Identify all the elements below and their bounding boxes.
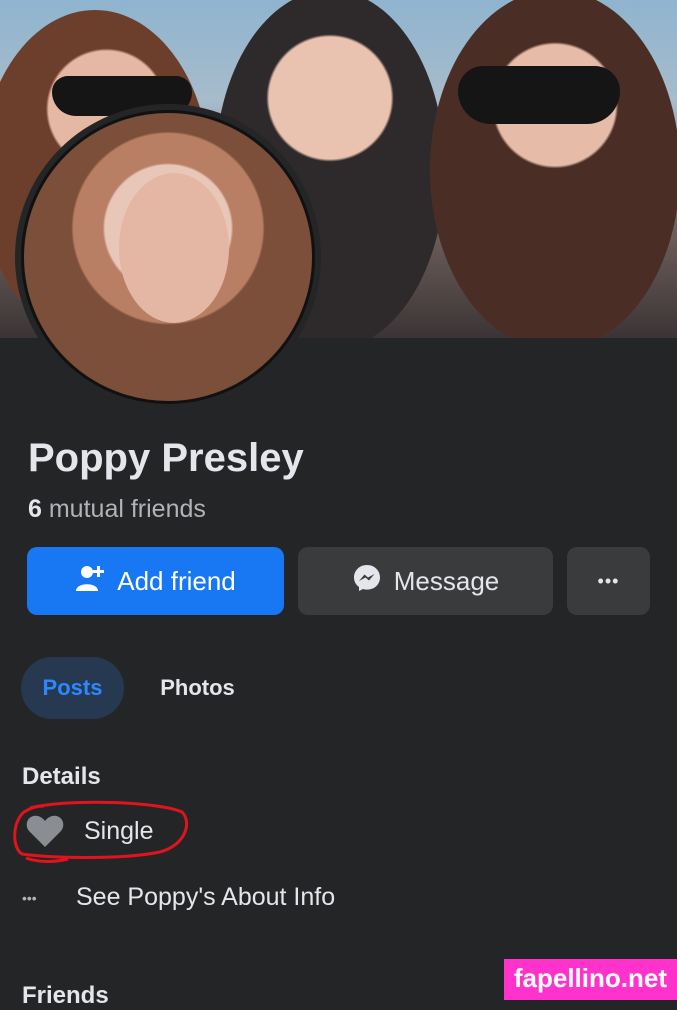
- heart-icon: [26, 814, 64, 848]
- profile-name: Poppy Presley: [28, 436, 304, 480]
- message-label: Message: [393, 565, 500, 596]
- see-about-info-label: See Poppy's About Info: [76, 883, 336, 911]
- details-heading: Details: [22, 763, 101, 790]
- tab-posts[interactable]: Posts: [21, 657, 124, 719]
- see-about-info-link[interactable]: ••• See Poppy's About Info: [22, 883, 335, 912]
- relationship-row: Single: [22, 814, 154, 848]
- cover-person-right: [430, 0, 677, 338]
- sunglasses-right: [458, 66, 620, 124]
- watermark: fapellino.net: [503, 959, 677, 1000]
- relationship-status: Single: [84, 816, 154, 845]
- profile-picture[interactable]: [15, 104, 321, 410]
- friends-heading: Friends: [22, 982, 109, 1009]
- mutual-friends-label: mutual friends: [48, 495, 206, 523]
- messenger-icon: [352, 563, 382, 600]
- message-button[interactable]: Message: [298, 547, 553, 615]
- add-friend-label: Add friend: [117, 565, 236, 596]
- profile-photo: [21, 110, 315, 404]
- more-options-button[interactable]: •••: [567, 547, 650, 615]
- mutual-friends-count: 6: [28, 495, 42, 523]
- tab-photos[interactable]: Photos: [140, 657, 255, 719]
- add-friend-button[interactable]: Add friend: [27, 547, 284, 615]
- ellipsis-icon: •••: [22, 889, 37, 906]
- person-plus-icon: [75, 564, 105, 599]
- ellipsis-icon: •••: [597, 570, 620, 591]
- mutual-friends[interactable]: 6 mutual friends: [28, 495, 206, 524]
- profile-face: [119, 173, 229, 323]
